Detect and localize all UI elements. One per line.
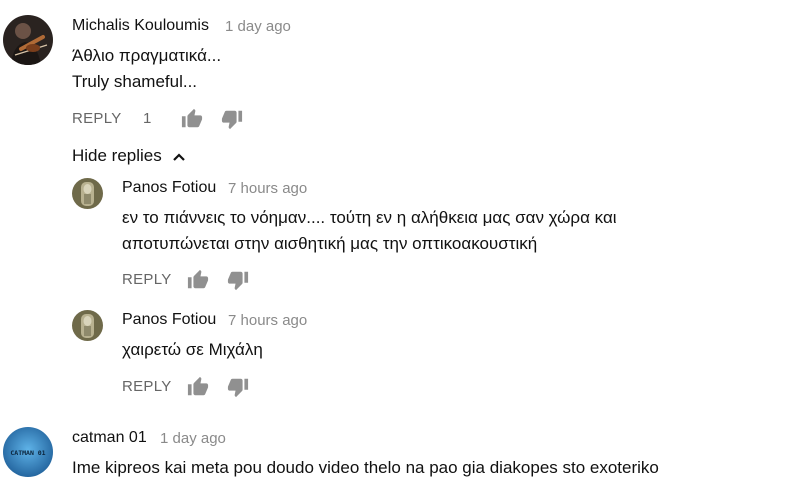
hide-replies-button[interactable]: Hide replies [72,146,186,166]
comment-timestamp[interactable]: 1 day ago [225,18,291,35]
comment-timestamp[interactable]: 1 day ago [160,430,226,447]
thumbs-down-icon[interactable] [227,376,249,398]
reply-button[interactable]: REPLY [122,378,172,395]
reply-thread: Panos Fotiou 7 hours ago εν το πιάννεις … [0,170,787,291]
comment-text-line: Truly shameful... [72,72,198,91]
avatar[interactable] [72,310,103,341]
thumbs-up-icon[interactable] [181,108,203,130]
like-count: 1 [143,110,152,127]
comment-thread: CATMAN 01 catman 01 1 day ago Ime kipreo… [0,420,787,493]
reply-timestamp[interactable]: 7 hours ago [228,312,307,329]
thumbs-down-icon[interactable] [227,269,249,291]
chevron-up-icon [172,152,185,161]
catman-avatar-icon: CATMAN 01 [3,427,53,477]
reply-button[interactable]: REPLY [122,271,172,288]
thumbs-up-icon[interactable] [187,376,209,398]
avatar-text: CATMAN 01 [10,449,45,457]
reply-author[interactable]: Panos Fotiou [122,311,216,329]
comments-section: Michalis Kouloumis 1 day ago Άθλιο πραγμ… [0,0,787,493]
comment-author[interactable]: Michalis Kouloumis [72,17,209,35]
reply-button[interactable]: REPLY [72,110,122,127]
reply-text-line: αποτυπώνεται στην αισθητική μας την οπτι… [122,234,538,253]
statue-avatar-icon [72,178,103,209]
violinist-avatar-icon [3,15,53,65]
thumbs-up-icon[interactable] [187,269,209,291]
reply-author[interactable]: Panos Fotiou [122,179,216,197]
comment-author[interactable]: catman 01 [72,429,147,447]
reply-text-line: χαιρετώ σε Μιχάλη [122,340,263,359]
comment-text-line: Άθλιο πραγματικά... [72,46,222,65]
avatar[interactable]: CATMAN 01 [3,427,53,477]
statue-avatar-icon [72,310,103,341]
thumbs-down-icon[interactable] [221,108,243,130]
comment-text-line: Ime kipreos kai meta pou doudo video the… [72,458,659,477]
comment-thread: Michalis Kouloumis 1 day ago Άθλιο πραγμ… [0,0,787,140]
hide-replies-label: Hide replies [72,146,162,165]
reply-text-line: εν το πιάννεις το νόημαν.... τούτη εν η … [122,208,617,227]
avatar[interactable] [3,15,53,65]
reply-thread: Panos Fotiou 7 hours ago χαιρετώ σε Μιχά… [0,302,787,402]
avatar[interactable] [72,178,103,209]
reply-timestamp[interactable]: 7 hours ago [228,180,307,197]
